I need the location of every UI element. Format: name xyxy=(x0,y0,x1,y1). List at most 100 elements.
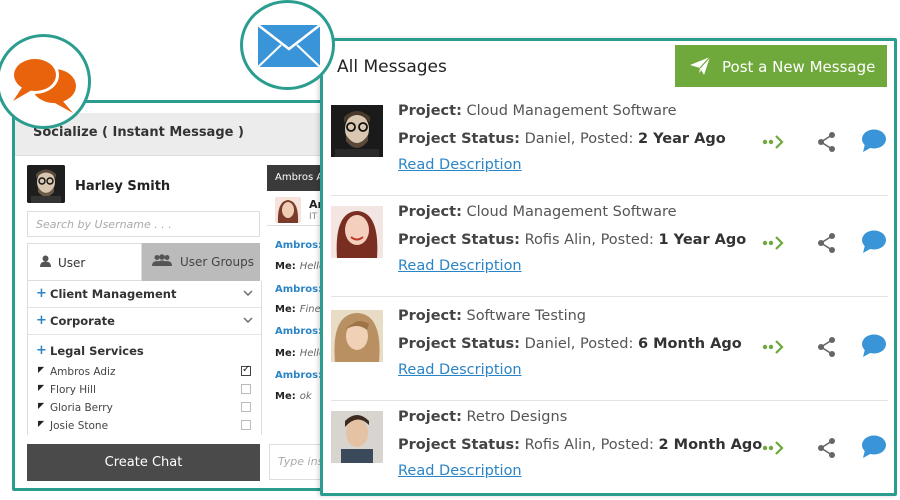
tab-user[interactable]: User xyxy=(27,243,142,281)
chat-message: Me: Fine xyxy=(275,304,321,315)
member-checkbox[interactable] xyxy=(241,402,251,412)
read-description-link[interactable]: Read Description xyxy=(398,157,522,173)
expand-plus-icon: + xyxy=(36,343,47,358)
posted-time: 6 Month Ago xyxy=(637,336,742,352)
read-description-link[interactable]: Read Description xyxy=(398,362,522,378)
author-name: Rofis Alin, xyxy=(524,232,596,248)
comment-icon[interactable] xyxy=(861,230,887,253)
comment-icon[interactable] xyxy=(861,334,887,357)
read-description-link[interactable]: Read Description xyxy=(398,258,522,274)
group-legal-services[interactable]: + Legal Services xyxy=(28,335,261,363)
group-list: + Client Management + Corporate + Legal … xyxy=(27,281,262,435)
bullet-icon: ◤ xyxy=(38,383,45,392)
forward-icon[interactable] xyxy=(762,232,788,254)
post-button-label: Post a New Message xyxy=(722,58,876,76)
author-name: Daniel, xyxy=(524,336,576,352)
chat-message: Me: Hello xyxy=(275,348,325,359)
tab-user-groups-label: User Groups xyxy=(180,255,254,269)
project-label: Project: xyxy=(398,409,462,425)
member-item[interactable]: ◤ Josie Stone xyxy=(28,417,261,435)
message-sender: Ambros: xyxy=(275,284,323,295)
project-label: Project: xyxy=(398,308,462,324)
project-name: Retro Designs xyxy=(466,409,568,425)
username-search-input[interactable]: Search by Username . . . xyxy=(27,211,260,237)
chat-badge xyxy=(0,34,91,129)
project-name: Cloud Management Software xyxy=(466,204,677,220)
messages-title: All Messages xyxy=(337,57,447,77)
member-item[interactable]: ◤ Gloria Berry xyxy=(28,399,261,417)
member-checkbox[interactable] xyxy=(241,420,251,430)
member-checkbox[interactable] xyxy=(241,384,251,394)
message-sender: Me: xyxy=(275,391,296,402)
member-name: Josie Stone xyxy=(50,420,109,432)
posted-time: 2 Month Ago xyxy=(658,437,763,453)
forward-icon[interactable] xyxy=(762,437,788,459)
chevron-down-icon xyxy=(243,287,253,300)
project-name: Cloud Management Software xyxy=(466,103,677,119)
share-icon[interactable] xyxy=(816,437,842,459)
current-user-name: Harley Smith xyxy=(75,179,171,194)
current-user-avatar xyxy=(27,165,65,203)
message-sender: Ambros: xyxy=(275,370,323,381)
user-tabs: User User Groups xyxy=(27,243,260,281)
tab-user-groups[interactable]: User Groups xyxy=(142,243,260,281)
post-new-message-button[interactable]: Post a New Message xyxy=(675,45,887,87)
create-chat-button[interactable]: Create Chat xyxy=(27,444,260,481)
comment-icon[interactable] xyxy=(861,129,887,152)
chat-message: Ambros: xyxy=(275,326,322,337)
member-item[interactable]: ◤ Flory Hill xyxy=(28,381,261,399)
project-label: Project: xyxy=(398,103,462,119)
chat-panel-title: Socialize ( Instant Message ) xyxy=(33,125,244,140)
posted-time: 1 Year Ago xyxy=(658,232,747,248)
share-icon[interactable] xyxy=(816,131,842,153)
share-icon[interactable] xyxy=(816,232,842,254)
posted-label: Posted: xyxy=(580,131,634,147)
envelope-icon xyxy=(257,24,321,68)
group-corporate[interactable]: + Corporate xyxy=(28,308,261,335)
group-label: Corporate xyxy=(50,314,115,328)
project-label: Project: xyxy=(398,204,462,220)
author-avatar xyxy=(331,105,383,157)
bullet-icon: ◤ xyxy=(38,365,45,374)
message-sender: Ambros: xyxy=(275,240,323,251)
posted-time: 2 Year Ago xyxy=(637,131,726,147)
author-name: Daniel, xyxy=(524,131,576,147)
status-line: Project Status: Daniel, Posted: 6 Month … xyxy=(398,336,742,352)
chat-user-column: Harley Smith Search by Username . . . Us… xyxy=(27,159,262,488)
read-description-link[interactable]: Read Description xyxy=(398,463,522,479)
member-item[interactable]: ◤ Ambros Adiz xyxy=(28,363,261,381)
message-sender: Me: xyxy=(275,261,296,272)
status-line: Project Status: Daniel, Posted: 2 Year A… xyxy=(398,131,726,147)
member-checkbox[interactable] xyxy=(241,364,251,376)
expand-plus-icon: + xyxy=(36,286,47,301)
comment-icon[interactable] xyxy=(861,435,887,458)
project-line: Project: Cloud Management Software xyxy=(398,204,677,220)
expand-plus-icon: + xyxy=(36,313,47,328)
status-label: Project Status: xyxy=(398,437,520,453)
share-icon[interactable] xyxy=(816,336,842,358)
forward-icon[interactable] xyxy=(762,336,788,358)
project-name: Software Testing xyxy=(466,308,586,324)
user-groups-icon xyxy=(152,254,172,269)
group-label: Client Management xyxy=(50,287,177,301)
status-line: Project Status: Rofis Alin, Posted: 1 Ye… xyxy=(398,232,746,248)
project-line: Project: Cloud Management Software xyxy=(398,103,677,119)
author-avatar xyxy=(331,411,383,463)
message-text: ok xyxy=(299,391,312,402)
status-line: Project Status: Rofis Alin, Posted: 2 Mo… xyxy=(398,437,762,453)
message-item: Project: Software Testing Project Status… xyxy=(331,300,888,401)
mail-badge xyxy=(240,0,335,90)
forward-icon[interactable] xyxy=(762,131,788,153)
paper-plane-icon xyxy=(689,55,711,77)
group-client-management[interactable]: + Client Management xyxy=(28,281,261,308)
group-label: Legal Services xyxy=(50,344,144,358)
member-name: Gloria Berry xyxy=(50,402,113,414)
message-text: Fine xyxy=(299,304,321,315)
posted-label: Posted: xyxy=(600,232,654,248)
message-item: Project: Cloud Management Software Proje… xyxy=(331,95,888,196)
project-line: Project: Software Testing xyxy=(398,308,586,324)
chat-message: Me: ok xyxy=(275,391,312,402)
posted-label: Posted: xyxy=(600,437,654,453)
member-name: Flory Hill xyxy=(50,384,96,396)
message-sender: Ambros: xyxy=(275,326,323,337)
